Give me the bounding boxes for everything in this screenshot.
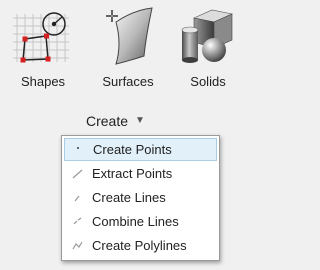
- solids-button[interactable]: Solids: [170, 0, 246, 104]
- menu-item-create-points[interactable]: Create Points: [64, 138, 217, 161]
- menu-item-combine-lines[interactable]: Combine Lines: [64, 210, 217, 233]
- menu-item-label: Create Points: [93, 142, 172, 157]
- surfaces-label: Surfaces: [102, 74, 154, 89]
- combine-lines-icon: [73, 217, 82, 225]
- surfaces-icon: [106, 7, 153, 65]
- point-icon: [77, 147, 79, 149]
- extract-points-icon: [72, 169, 83, 179]
- shapes-icon: [13, 12, 69, 63]
- menu-item-label: Combine Lines: [92, 214, 179, 229]
- menu-item-create-polylines[interactable]: Create Polylines: [64, 234, 217, 257]
- dropdown-caret-icon: ▼: [135, 115, 145, 126]
- shapes-button[interactable]: Shapes: [5, 0, 81, 104]
- create-group-dropdown[interactable]: Create ▼: [86, 110, 145, 132]
- shapes-label: Shapes: [20, 74, 66, 89]
- solids-label: Solids: [190, 74, 226, 89]
- menu-item-create-lines[interactable]: Create Lines: [64, 186, 217, 209]
- polyline-icon: [72, 241, 83, 250]
- line-icon: [74, 195, 80, 202]
- menu-item-extract-points[interactable]: Extract Points: [64, 162, 217, 185]
- menu-item-label: Extract Points: [92, 166, 173, 181]
- create-menu: Create Points Extract Points Create Line…: [61, 135, 220, 261]
- menu-item-label: Create Polylines: [92, 238, 187, 253]
- menu-item-label: Create Lines: [92, 190, 166, 205]
- create-group-label: Create: [86, 113, 129, 129]
- surfaces-button[interactable]: Surfaces: [88, 0, 168, 104]
- solids-icon: [181, 9, 233, 63]
